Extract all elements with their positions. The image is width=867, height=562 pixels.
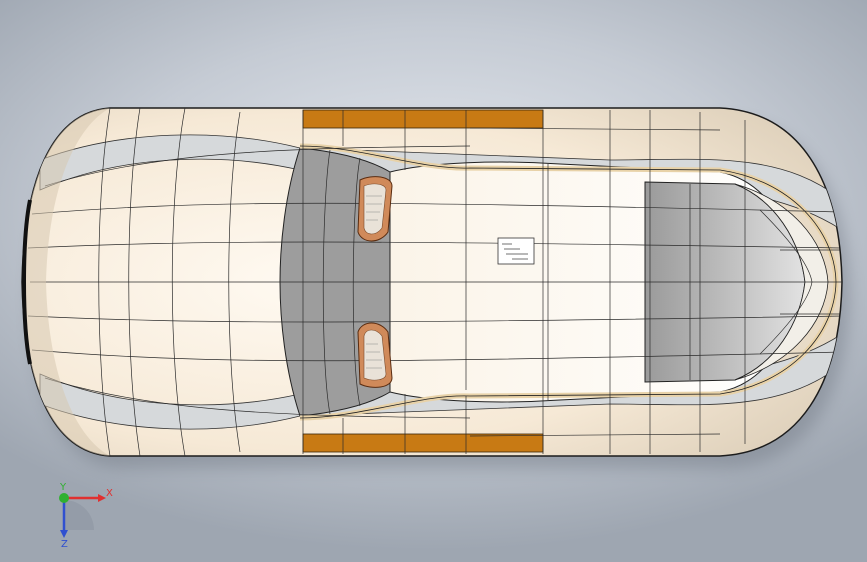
roof-decal [497, 237, 535, 265]
y-axis-dot [59, 493, 69, 503]
z-axis-label: Z [61, 539, 68, 548]
y-axis-label: Y [59, 482, 67, 493]
x-axis-label: X [106, 488, 113, 499]
z-axis-arrow [60, 530, 68, 538]
right-headlight [357, 322, 393, 388]
car-model-top-view[interactable] [0, 0, 867, 562]
upper-trim-strip [302, 109, 544, 129]
lower-trim-strip [302, 433, 544, 453]
triad-shadow [64, 500, 94, 530]
graphics-viewport[interactable]: X Y Z [0, 0, 867, 562]
x-axis-arrow [98, 494, 106, 502]
reference-triad[interactable]: X Y Z [40, 478, 120, 548]
left-headlight [357, 176, 393, 242]
